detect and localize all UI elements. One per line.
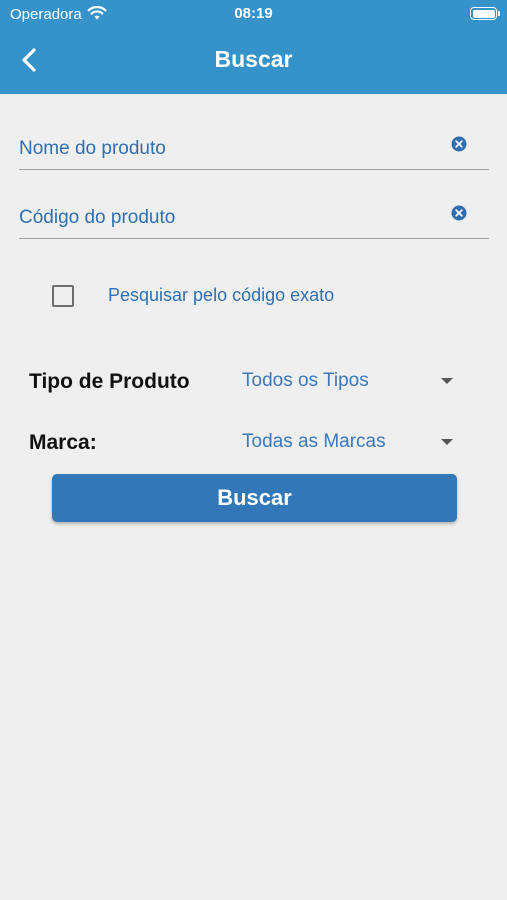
clear-product-code-icon[interactable] (451, 205, 467, 221)
product-type-select[interactable]: Todos os Tipos (242, 366, 457, 398)
dropdown-arrow-icon (441, 378, 453, 384)
clear-product-name-icon[interactable] (451, 136, 467, 152)
brand-value: Todas as Marcas (242, 431, 386, 452)
product-type-label: Tipo de Produto (29, 370, 190, 393)
exact-code-checkbox-label[interactable]: Pesquisar pelo código exato (108, 285, 334, 306)
status-time: 08:19 (234, 5, 273, 22)
dropdown-arrow-icon (441, 439, 453, 445)
brand-select[interactable]: Todas as Marcas (242, 427, 457, 459)
page-title: Buscar (214, 46, 293, 72)
status-bar: Operadora 08:19 (0, 0, 507, 28)
product-name-input[interactable] (19, 134, 439, 164)
search-button[interactable]: Buscar (52, 474, 457, 522)
battery-icon (470, 7, 497, 20)
product-name-field (19, 126, 489, 170)
brand-label: Marca: (29, 431, 97, 454)
product-code-input[interactable] (19, 203, 439, 233)
product-code-field (19, 195, 489, 239)
app-header: Operadora 08:19 Buscar (0, 0, 507, 94)
battery-tip (498, 11, 500, 16)
exact-code-checkbox[interactable] (52, 285, 74, 307)
product-type-value: Todos os Tipos (242, 370, 369, 391)
